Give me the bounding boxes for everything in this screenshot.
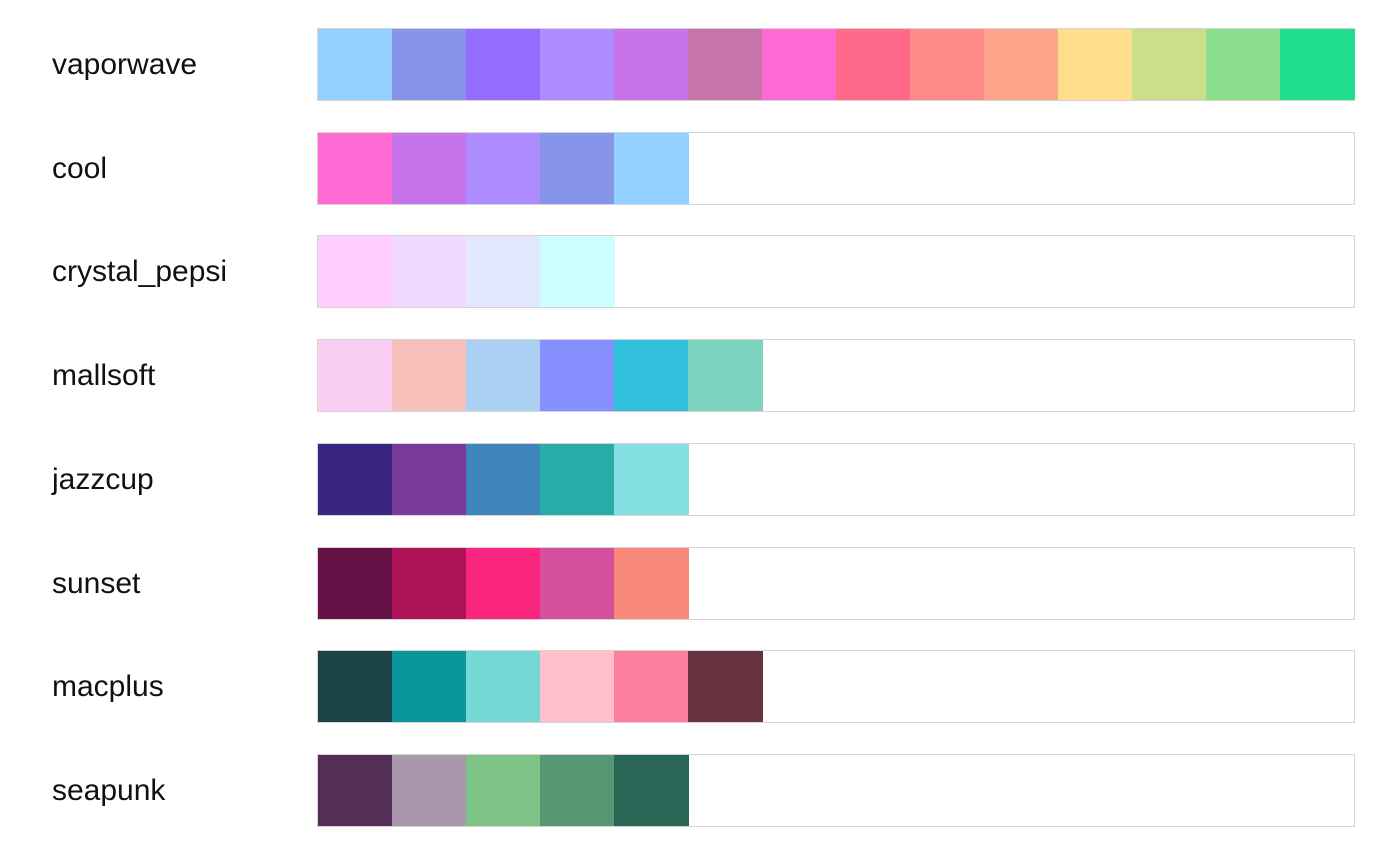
palette-name-label: sunset [52, 566, 141, 600]
color-swatch [392, 236, 467, 308]
color-swatch [466, 340, 541, 412]
color-swatch [318, 754, 393, 826]
palette-row-sunset: sunset [0, 546, 1394, 621]
palette-row-jazzcup: jazzcup [0, 442, 1394, 517]
palette-chart: vaporwave cool crystal_pepsi mallsoft jazzcu… [0, 0, 1394, 860]
palette-strip [317, 131, 1355, 205]
color-swatch [614, 443, 689, 515]
palette-row-seapunk: seapunk [0, 753, 1394, 828]
color-swatch [392, 132, 467, 204]
color-swatch [540, 29, 615, 100]
color-swatch [540, 132, 615, 204]
color-swatch [688, 29, 763, 100]
color-swatch [318, 340, 393, 412]
palette-name-label: mallsoft [52, 359, 156, 393]
color-swatch [466, 132, 541, 204]
palette-row-cool: cool [0, 131, 1394, 206]
palette-row-crystal_pepsi: crystal_pepsi [0, 235, 1394, 309]
color-swatch [614, 754, 689, 826]
color-swatch [318, 651, 393, 723]
color-swatch [392, 443, 467, 515]
color-swatch [392, 651, 467, 723]
color-swatch [466, 236, 541, 308]
color-swatch [762, 29, 837, 100]
color-swatch [318, 443, 393, 515]
color-swatch [540, 547, 615, 619]
color-swatch [614, 29, 689, 100]
palette-strip [317, 546, 1355, 620]
color-swatch [318, 29, 393, 100]
palette-name-label: crystal_pepsi [52, 255, 228, 289]
palette-strip [317, 28, 1355, 101]
color-swatch [540, 651, 615, 723]
color-swatch [540, 236, 615, 308]
color-swatch [1206, 29, 1281, 100]
color-swatch [1132, 29, 1207, 100]
color-swatch [540, 443, 615, 515]
color-swatch [540, 340, 615, 412]
color-swatch [614, 340, 689, 412]
palette-strip [317, 650, 1355, 724]
color-swatch [318, 132, 393, 204]
palette-name-label: macplus [52, 670, 164, 704]
color-swatch [466, 651, 541, 723]
color-swatch [466, 547, 541, 619]
color-swatch [392, 29, 467, 100]
color-swatch [1280, 29, 1355, 100]
palette-row-macplus: macplus [0, 650, 1394, 724]
palette-name-label: vaporwave [52, 48, 198, 81]
palette-name-label: cool [52, 151, 108, 185]
color-swatch [466, 29, 541, 100]
palette-strip [317, 442, 1355, 516]
color-swatch [836, 29, 911, 100]
palette-name-label: seapunk [52, 773, 166, 807]
color-swatch [392, 754, 467, 826]
palette-strip [317, 339, 1355, 413]
color-swatch [614, 547, 689, 619]
color-swatch [614, 132, 689, 204]
palette-row-vaporwave: vaporwave [0, 28, 1394, 102]
color-swatch [910, 29, 985, 100]
color-swatch [466, 754, 541, 826]
color-swatch [318, 547, 393, 619]
color-swatch [688, 651, 763, 723]
color-swatch [318, 236, 393, 308]
color-swatch [1058, 29, 1133, 100]
color-swatch [984, 29, 1059, 100]
color-swatch [392, 547, 467, 619]
palette-strip [317, 753, 1355, 827]
color-swatch [540, 754, 615, 826]
palette-strip [317, 235, 1355, 309]
palette-row-mallsoft: mallsoft [0, 339, 1394, 413]
color-swatch [688, 340, 763, 412]
color-swatch [466, 443, 541, 515]
color-swatch [614, 651, 689, 723]
color-swatch [392, 340, 467, 412]
palette-name-label: jazzcup [52, 462, 154, 496]
